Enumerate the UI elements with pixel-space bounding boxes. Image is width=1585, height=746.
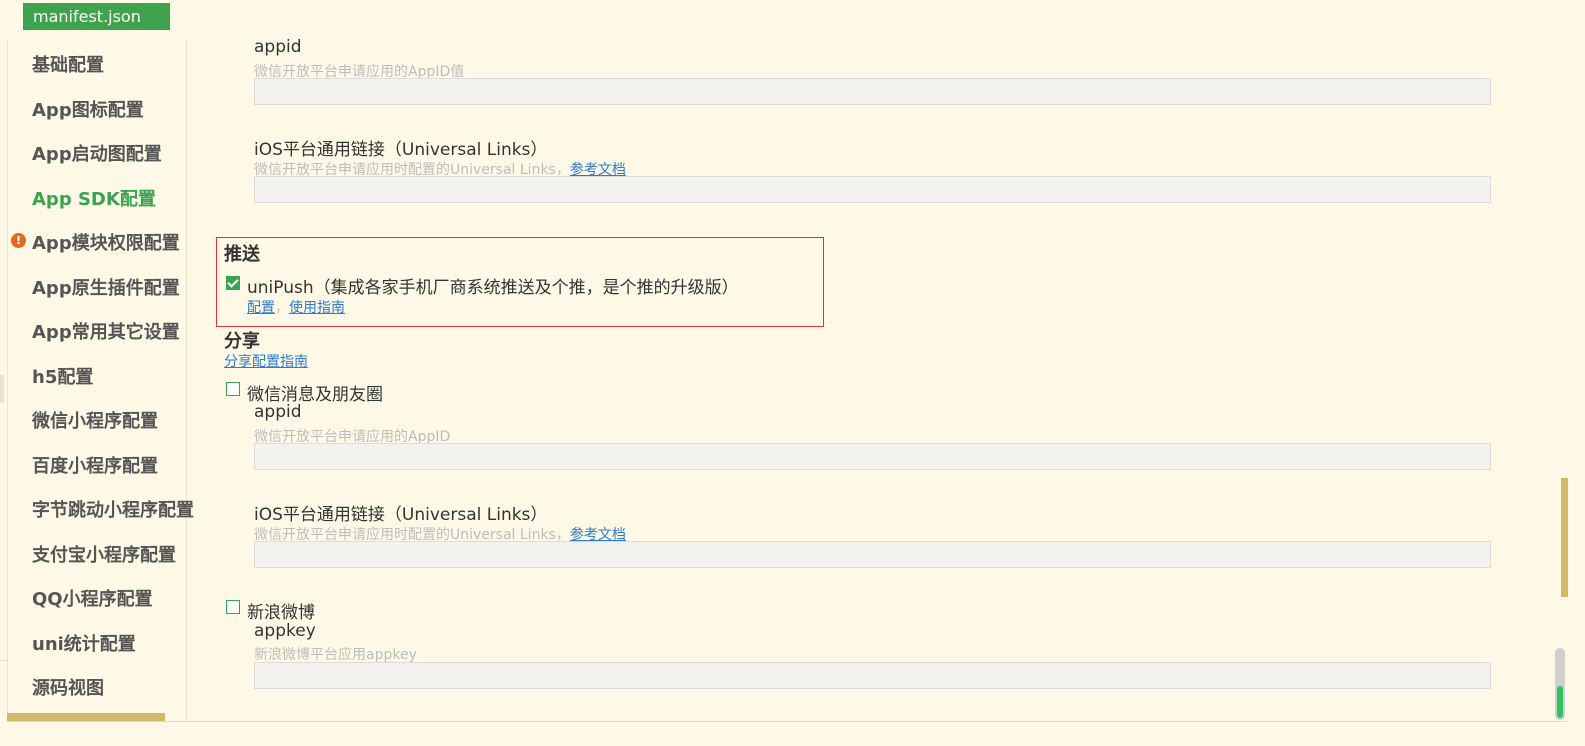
unipush-guide-link[interactable]: 使用指南 bbox=[289, 300, 345, 316]
sidebar-item-h5[interactable]: h5配置 bbox=[32, 363, 93, 389]
warning-icon: ! bbox=[11, 233, 26, 248]
sidebar-scrollbar[interactable] bbox=[7, 713, 165, 721]
unipush-checkbox[interactable] bbox=[226, 276, 240, 290]
appkey-hint: 新浪微博平台应用appkey bbox=[254, 647, 417, 663]
sidebar-item-app-splash[interactable]: App启动图配置 bbox=[32, 140, 162, 166]
sidebar-item-weixin-mp[interactable]: 微信小程序配置 bbox=[32, 407, 158, 433]
appid-input[interactable] bbox=[254, 78, 1491, 105]
sina-weibo-checkbox[interactable] bbox=[226, 600, 240, 614]
share-guide-link[interactable]: 分享配置指南 bbox=[224, 354, 308, 370]
divider bbox=[7, 721, 1567, 722]
weixin-share-checkbox[interactable] bbox=[226, 382, 240, 396]
sidebar-item-uni-stat[interactable]: uni统计配置 bbox=[32, 630, 136, 656]
divider bbox=[0, 375, 4, 403]
unipush-links: 配置，使用指南 bbox=[247, 300, 345, 316]
sidebar-item-app-modules[interactable]: App模块权限配置 bbox=[32, 229, 180, 255]
sidebar-item-app-other[interactable]: App常用其它设置 bbox=[32, 318, 180, 344]
sidebar-item-app-icon[interactable]: App图标配置 bbox=[32, 96, 144, 122]
share-section-title: 分享 bbox=[224, 331, 260, 352]
minimap-scroll-thumb[interactable] bbox=[1557, 686, 1563, 718]
appid-label: appid bbox=[254, 37, 302, 57]
share-universal-links-label: iOS平台通用链接（Universal Links） bbox=[254, 505, 548, 525]
share-appid-label: appid bbox=[254, 402, 302, 422]
share-universal-links-input[interactable] bbox=[254, 541, 1491, 568]
sidebar-item-alipay-mp[interactable]: 支付宝小程序配置 bbox=[32, 541, 176, 567]
sidebar-item-app-native-plugins[interactable]: App原生插件配置 bbox=[32, 274, 180, 300]
share-appid-input[interactable] bbox=[254, 443, 1491, 470]
divider bbox=[0, 660, 7, 661]
sidebar: 基础配置 App图标配置 App启动图配置 App SDK配置 ! App模块权… bbox=[7, 40, 194, 720]
unipush-config-link[interactable]: 配置 bbox=[247, 300, 275, 316]
push-section-title: 推送 bbox=[224, 244, 260, 265]
sidebar-item-basic[interactable]: 基础配置 bbox=[32, 51, 104, 77]
sidebar-item-baidu-mp[interactable]: 百度小程序配置 bbox=[32, 452, 158, 478]
universal-links-label: iOS平台通用链接（Universal Links） bbox=[254, 140, 548, 160]
universal-links-input[interactable] bbox=[254, 176, 1491, 203]
file-tab-manifest[interactable]: manifest.json bbox=[23, 3, 170, 30]
main-scrollbar[interactable] bbox=[1561, 478, 1568, 597]
sidebar-item-toutiao-mp[interactable]: 字节跳动小程序配置 bbox=[32, 496, 194, 522]
sina-weibo-label: 新浪微博 bbox=[247, 603, 315, 623]
appkey-input[interactable] bbox=[254, 662, 1491, 689]
sidebar-item-source-view[interactable]: 源码视图 bbox=[32, 674, 104, 700]
unipush-label: uniPush（集成各家手机厂商系统推送及个推，是个推的升级版） bbox=[247, 278, 739, 298]
manifest-editor: manifest.json 基础配置 App图标配置 App启动图配置 App … bbox=[0, 0, 1585, 746]
sidebar-item-qq-mp[interactable]: QQ小程序配置 bbox=[32, 585, 153, 611]
appkey-label: appkey bbox=[254, 621, 316, 641]
sidebar-item-app-sdk[interactable]: App SDK配置 bbox=[32, 185, 156, 211]
share-guide: 分享配置指南 bbox=[224, 351, 308, 371]
